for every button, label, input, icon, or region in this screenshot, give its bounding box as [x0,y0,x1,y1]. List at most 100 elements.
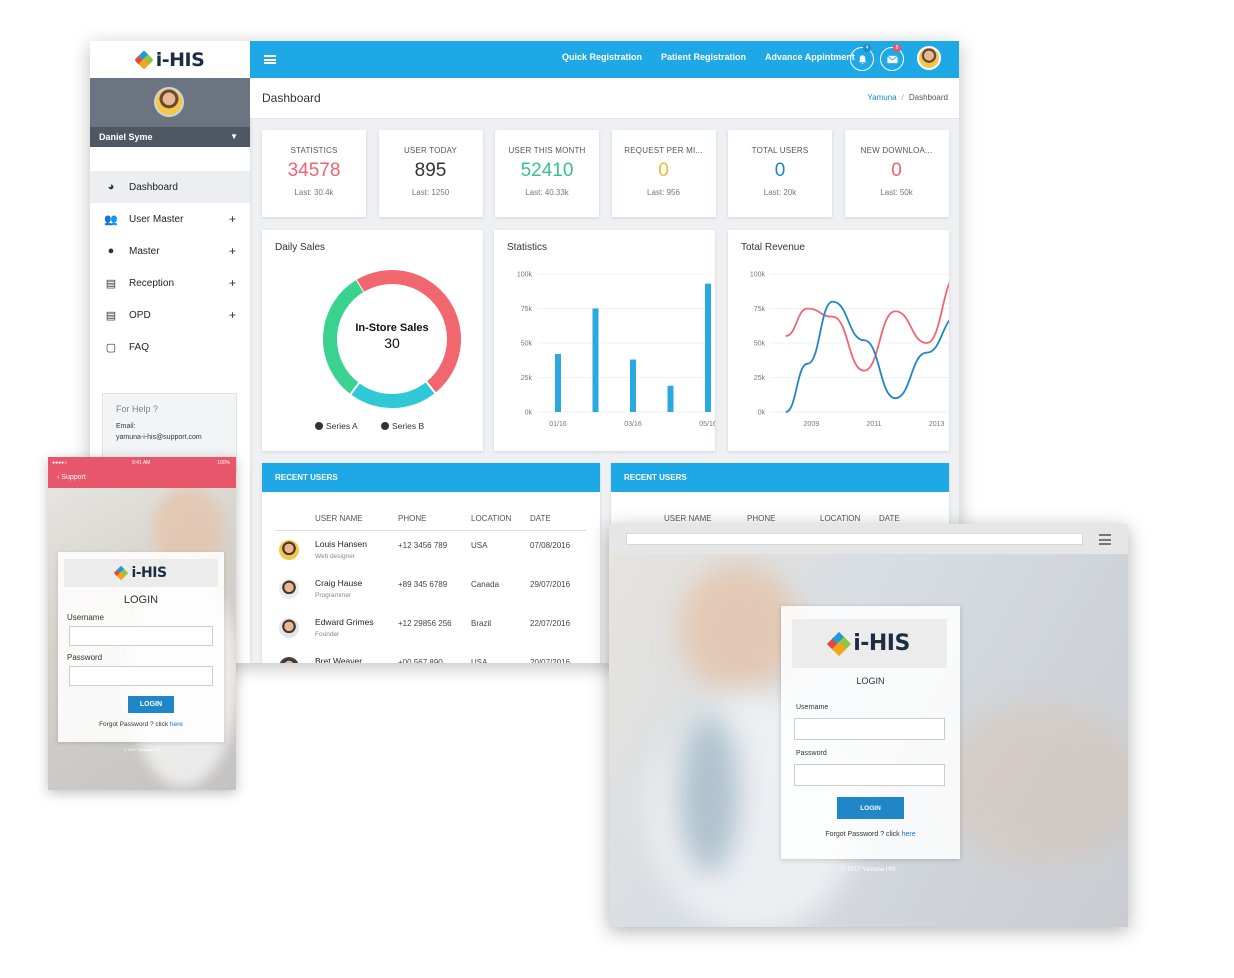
sidebar-item-label: Reception [129,277,175,289]
stat-label: USER THIS MONTH [508,146,586,155]
user-role: Founder [315,631,340,638]
line-series[interactable] [785,274,949,372]
breadcrumb-home-link[interactable]: Yamuna [867,93,896,102]
forgot-password-prompt: Forgot Password ? click [825,831,900,838]
chevron-down-icon: ▼ [230,132,238,141]
sidebar-item-label: Dashboard [129,181,178,193]
table-row[interactable]: Craig Hause Programmer +89 345 6789 Canada 2… [262,573,600,612]
sidebar-item-opd[interactable]: ▤ OPD + [90,299,250,331]
username-field[interactable] [794,718,945,740]
help-chat-icon: ▢ [105,341,117,354]
line-series[interactable] [785,300,949,413]
stat-label: REQUEST PER MI... [624,146,703,155]
table-row[interactable]: Bret Weaver +00 567 890 USA 20/07/2016 [262,651,600,663]
page-title: Dashboard [262,91,321,105]
bar[interactable] [555,354,561,412]
password-label: Password [796,750,827,757]
password-field[interactable] [69,666,213,686]
bar[interactable] [630,359,636,412]
background-photo-blur [939,704,1128,864]
brand-logo[interactable]: i-HIS [90,41,250,78]
top-navbar: Quick Registration Patient Registration … [250,41,959,78]
forgot-password-link[interactable]: here [170,721,183,728]
column-header: DATE [530,514,551,523]
user-phone: +89 345 6789 [398,580,448,589]
stat-value: 0 [774,160,786,181]
bar[interactable] [667,385,674,412]
user-location: USA [471,658,488,663]
stat-value: 0 [658,160,669,181]
stat-card: TOTAL USERS 0 Last: 20k [728,130,832,217]
plus-icon[interactable]: + [229,212,236,226]
brand-mark-icon [827,631,852,656]
stat-value: 0 [891,160,902,181]
user-phone: +12 29856 256 [398,619,452,628]
plus-icon[interactable]: + [229,244,236,258]
patient-registration-link[interactable]: Patient Registration [661,52,746,62]
table-row[interactable]: Louis Hansen Web designer +12 3456 789 USA 0… [262,534,600,573]
brand-mark-icon [134,49,154,70]
stat-last: Last: 50k [880,188,913,197]
plus-icon[interactable]: + [229,308,236,322]
sidebar-item-reception[interactable]: ▤ Reception + [90,267,250,299]
forgot-password-text: Forgot Password ? click here [781,831,960,838]
help-email[interactable]: yamuna-i-his@support.com [116,434,223,441]
recent-users-title: RECENT USERS [262,463,600,492]
header-divider [275,530,586,531]
quick-registration-link[interactable]: Quick Registration [562,52,642,62]
avatar[interactable] [154,87,184,117]
login-button[interactable]: LOGIN [128,696,174,713]
sidebar-item-user-master[interactable]: 👥 User Master + [90,203,250,235]
donut-center-value: 30 [384,335,400,351]
user-location: Canada [471,580,500,589]
username-field[interactable] [69,626,213,646]
browser-toolbar [609,524,1128,554]
messages-button[interactable]: 8 [880,44,904,71]
hamburger-menu-icon[interactable] [264,55,276,64]
bar[interactable] [592,308,599,413]
donut-slice[interactable] [323,280,364,395]
user-avatar [279,657,299,663]
user-avatar [279,540,299,560]
x-tick-label: 2009 [804,421,820,428]
bar[interactable] [705,283,711,412]
back-button[interactable]: ‹ Support [57,474,86,481]
y-tick-label: 75k [521,306,533,313]
stat-card: REQUEST PER MI... 0 Last: 956 [611,130,716,217]
stat-value: 34578 [287,160,341,181]
y-tick-label: 100k [750,272,766,279]
sidebar-item-dashboard[interactable]: ◕ Dashboard [90,171,250,203]
legend-label: Series B [392,421,424,431]
y-tick-label: 0k [758,410,766,417]
help-email-label: Email: [116,423,136,430]
y-tick-label: 75k [754,306,766,313]
login-button[interactable]: LOGIN [837,797,904,819]
mobile-login-screen: ●●●●○ 9:41 AM 100% ‹ Support i-HIS LOGIN… [48,457,236,790]
donut-slice[interactable] [350,381,436,408]
address-bar[interactable] [626,533,1083,545]
advance-appointment-link[interactable]: Advance Appintment [765,52,855,62]
user-phone: +12 3456 789 [398,541,448,550]
breadcrumb-current: Dashboard [908,93,948,102]
notifications-button[interactable]: 4 [850,44,874,71]
user-avatar [279,579,299,599]
hamburger-menu-icon[interactable] [1099,534,1111,545]
stat-last: Last: 30.4k [294,188,334,197]
sidebar-item-master[interactable]: ● Master + [90,235,250,267]
topbar-avatar[interactable] [917,46,941,70]
plus-icon[interactable]: + [229,276,236,290]
brand-name: i-HIS [853,631,910,656]
sidebar-item-faq[interactable]: ▢ FAQ [90,331,250,363]
password-label: Password [67,653,103,662]
table-row[interactable]: Edward Grimes Founder +12 29856 256 Brazil 2… [262,612,600,651]
total-revenue-line-chart: 0k25k50k75k100k20092011201320 [750,272,949,428]
user-menu-toggle[interactable]: Daniel Syme ▼ [90,127,250,147]
x-tick-label: 2013 [929,421,945,428]
column-header: PHONE [747,514,776,523]
profile-panel: Daniel Syme ▼ [90,78,250,147]
password-field[interactable] [794,764,945,786]
forgot-password-link[interactable]: here [902,831,916,838]
sidebar-menu: ◕ Dashboard 👥 User Master + ● Master + ▤ Receptio… [90,171,250,363]
x-tick-label: 03/16 [624,421,642,428]
user-phone: +00 567 890 [398,658,443,663]
